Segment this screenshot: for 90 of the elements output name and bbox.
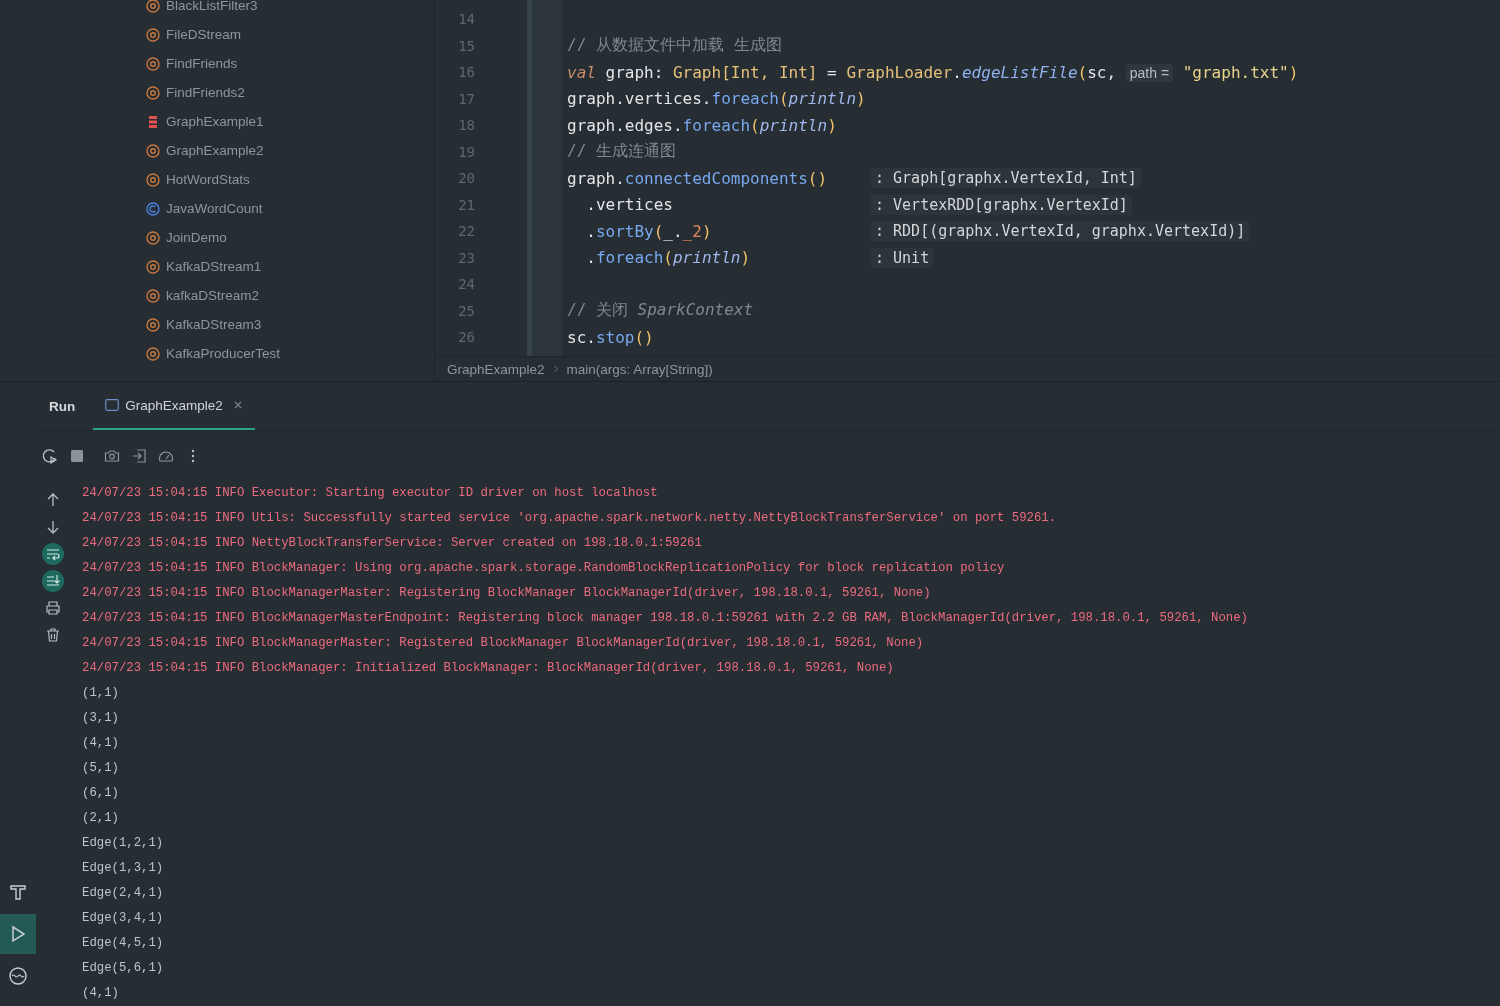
line-number: 14	[457, 11, 475, 28]
line-number: 18	[457, 117, 475, 134]
line-number: 16	[457, 64, 475, 81]
type-hint: : VertexRDD[graphx.VertexId]	[871, 194, 1132, 215]
code-line: graph.edges.foreach(println)	[567, 115, 838, 135]
code-line: .vertices	[585, 195, 674, 215]
type-hint: : RDD[(graphx.VertexId, graphx.VertexId)]	[871, 221, 1250, 242]
code-line: .foreach(println)	[585, 248, 752, 268]
code-line: sc.stop()	[567, 327, 655, 347]
scala-file-icon	[146, 114, 160, 129]
console-line: Edge(1,3,1)	[82, 860, 165, 877]
camera-icon[interactable]	[104, 448, 120, 464]
tree-item[interactable]: FindFriends2	[36, 78, 434, 107]
console-line: Edge(4,5,1)	[82, 935, 165, 952]
line-number: 24	[457, 276, 475, 293]
object-icon	[146, 172, 160, 187]
console-line: 24/07/23 15:04:15 INFO BlockManagerMasterEndpoint: Registering block manager 198.18.0.1:59261 with 2.2 GB RAM, BlockManagerId(driver, 198.18.0.1, 59261, None)	[82, 610, 1248, 627]
line-number: 19	[457, 143, 475, 160]
tree-item[interactable]: KafkaDStream1	[36, 252, 434, 281]
object-icon	[146, 56, 160, 71]
object-icon	[146, 288, 160, 303]
console-line: Edge(1,2,1)	[82, 835, 165, 852]
console-line: 24/07/23 15:04:15 INFO BlockManager: Initialized BlockManager: BlockManagerId(driver, 198.18.0.1, 59261, None)	[82, 660, 895, 677]
line-number: 26	[457, 329, 475, 346]
tree-item[interactable]: HotWordStats	[36, 165, 434, 194]
console-line: (3,1)	[82, 710, 120, 727]
type-hint: : Unit	[871, 247, 934, 268]
class-icon	[146, 201, 160, 216]
tree-item[interactable]: JavaWordCount	[36, 194, 434, 223]
run-icon[interactable]	[0, 914, 36, 954]
login-icon[interactable]	[131, 448, 147, 464]
console-line: (1,1)	[82, 685, 120, 702]
console-line: 24/07/23 15:04:15 INFO BlockManagerMaster: Registered BlockManager BlockManagerId(driver, 198.18.0.1, 59261, None)	[82, 635, 925, 652]
object-icon	[146, 230, 160, 245]
tree-item[interactable]: KafkaProducerTest	[36, 339, 434, 368]
object-icon	[146, 27, 160, 42]
breadcrumb[interactable]: GraphExample2	[447, 361, 545, 377]
console-line: Edge(5,6,1)	[82, 960, 165, 977]
console-line: (2,1)	[82, 810, 120, 827]
tree-item[interactable]: GraphExample2	[36, 136, 434, 165]
tree-item[interactable]: BlackListFilter3	[36, 0, 434, 20]
line-number: 17	[457, 90, 475, 107]
type-hint: : Graph[graphx.VertexId, Int]	[871, 168, 1141, 189]
line-number: 23	[457, 249, 475, 266]
gauge-icon[interactable]	[158, 448, 174, 464]
stop-icon[interactable]	[69, 448, 85, 464]
console-line: Edge(3,4,1)	[82, 910, 165, 927]
object-icon	[146, 85, 160, 100]
object-icon	[146, 346, 160, 361]
tree-item[interactable]: JoinDemo	[36, 223, 434, 252]
object-icon	[146, 259, 160, 274]
console-icon	[105, 399, 120, 411]
soft-wrap-icon[interactable]	[42, 543, 64, 565]
tree-item[interactable]: KafkaDStream3	[36, 310, 434, 339]
object-icon	[146, 143, 160, 158]
line-number: 22	[457, 223, 475, 240]
code-line: .sortBy(_._2)	[585, 221, 713, 241]
line-number: 20	[457, 170, 475, 187]
tree-item[interactable]: kafkaDStream2	[36, 281, 434, 310]
code-line: // 生成连通图	[567, 141, 677, 163]
code-line: val graph: Graph[Int, Int] = GraphLoader.edgeListFile(sc, path = "graph.txt")	[567, 62, 1299, 82]
code-line: // 关闭 SparkContext	[567, 300, 754, 322]
console-line: 24/07/23 15:04:15 INFO BlockManager: Using org.apache.spark.storage.RandomBlockReplicationPolicy for block replication policy	[82, 560, 1006, 577]
scroll-to-end-icon[interactable]	[42, 570, 64, 592]
rerun-icon[interactable]	[42, 448, 58, 464]
run-tab[interactable]: GraphExample2	[93, 382, 255, 430]
console-line: 24/07/23 15:04:15 INFO NettyBlockTransferService: Server created on 198.18.0.1:59261	[82, 535, 703, 552]
panel-title: Run	[48, 398, 77, 414]
code-line: // 从数据文件中加载 生成图	[567, 35, 782, 57]
console-line: 24/07/23 15:04:15 INFO Utils: Successfully started service 'org.apache.spark.network.netty.NettyBlockTransferService' on port 59261.	[82, 510, 1058, 527]
console-line: (4,1)	[82, 985, 120, 1002]
tree-item[interactable]: FindFriends	[36, 49, 434, 78]
object-icon	[146, 317, 160, 332]
breadcrumb[interactable]: main(args: Array[String])	[566, 361, 713, 377]
object-icon	[146, 0, 160, 13]
console-line: (5,1)	[82, 760, 120, 777]
line-number: 21	[457, 196, 475, 213]
code-line: graph.vertices.foreach(println)	[567, 89, 867, 109]
close-icon[interactable]	[232, 400, 243, 410]
console-line: 24/07/23 15:04:15 INFO BlockManagerMaster: Registering BlockManager BlockManagerId(driver, 198.18.0.1, 59261, None)	[82, 585, 932, 602]
tree-item[interactable]: GraphExample1	[36, 107, 434, 136]
console-line: (4,1)	[82, 735, 120, 752]
line-number: 25	[457, 302, 475, 319]
console-line: 24/07/23 15:04:15 INFO Executor: Starting executor ID driver on host localhost	[82, 485, 659, 502]
console-line: Edge(2,4,1)	[82, 885, 165, 902]
line-number: 15	[457, 37, 475, 54]
console-line: (6,1)	[82, 785, 120, 802]
code-line: graph.connectedComponents()	[567, 168, 829, 188]
chevron-icon	[552, 365, 559, 373]
tree-item[interactable]: FileDStream	[36, 20, 434, 49]
